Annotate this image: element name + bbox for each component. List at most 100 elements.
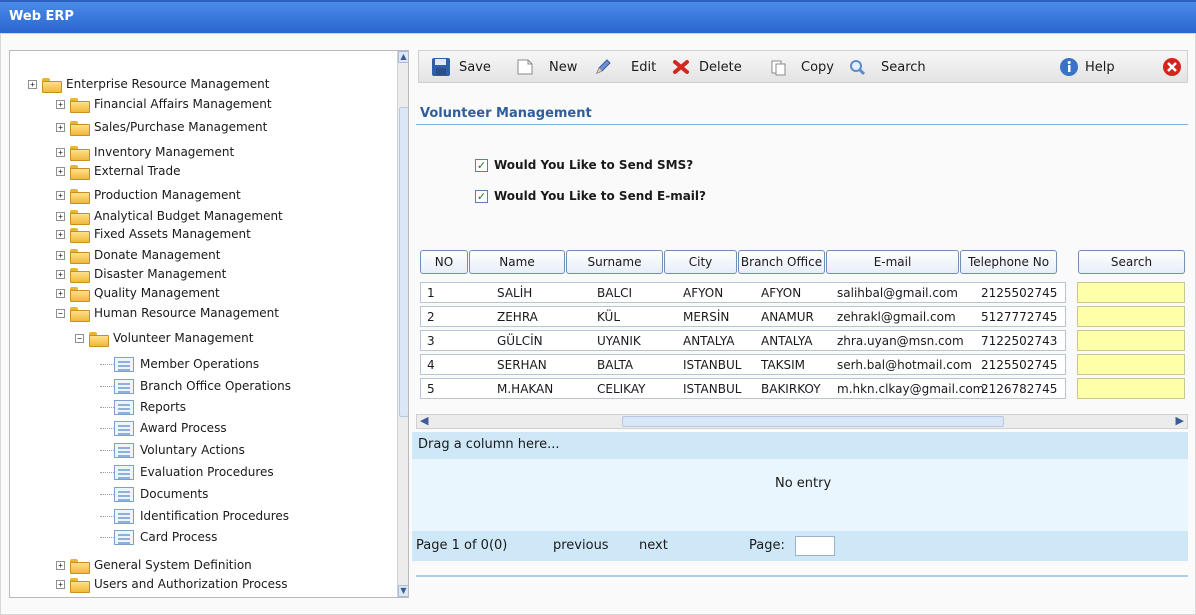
table-cell: ZEHRA: [497, 310, 538, 324]
tree-connector: [100, 536, 114, 538]
expand-icon[interactable]: +: [56, 269, 65, 279]
collapse-icon[interactable]: −: [56, 308, 65, 318]
new-button[interactable]: New: [515, 57, 577, 77]
table-row[interactable]: 1 SALİH BALCI AFYON AFYON salihbal@gmail.com 2…: [420, 282, 1066, 303]
search-button[interactable]: Search: [847, 57, 926, 77]
column-header-search[interactable]: Search: [1078, 250, 1185, 274]
folder-icon: [70, 97, 90, 113]
grid-scroll-thumb[interactable]: [622, 416, 1004, 427]
row-search-input[interactable]: [1077, 330, 1185, 351]
expand-icon[interactable]: +: [56, 99, 65, 109]
tree-leaf[interactable]: Identification Procedures: [100, 508, 289, 524]
tree-leaf[interactable]: Branch Office Operations: [100, 378, 291, 394]
table-cell: BALCI: [597, 286, 633, 300]
tree-node-label: Sales/Purchase Management: [94, 120, 268, 134]
tree-leaf[interactable]: Voluntary Actions: [100, 442, 245, 458]
tree-node-module[interactable]: + Users and Authorization Process: [56, 576, 288, 593]
group-by-drop-area[interactable]: Drag a column here...: [412, 432, 1188, 459]
table-row[interactable]: 2 ZEHRA KÜL MERSİN ANAMUR zehrakl@gmail.com 51…: [420, 306, 1066, 327]
expand-icon[interactable]: +: [56, 229, 65, 239]
tree-leaf[interactable]: Card Process: [100, 529, 217, 545]
row-search-input[interactable]: [1077, 306, 1185, 327]
expand-icon[interactable]: +: [56, 190, 65, 200]
table-cell: zehrakl@gmail.com: [837, 310, 956, 324]
table-row[interactable]: 4 SERHAN BALTA ISTANBUL TAKSIM serh.bal@hotma…: [420, 354, 1066, 375]
expand-icon[interactable]: +: [56, 147, 65, 157]
tree-node-module[interactable]: + Disaster Management: [56, 266, 226, 283]
tree-node-module[interactable]: + Quality Management: [56, 285, 220, 302]
column-header-name[interactable]: Name: [469, 250, 565, 274]
tree-node-label: Volunteer Management: [113, 331, 254, 345]
tree-node-module[interactable]: + Donate Management: [56, 247, 221, 264]
expand-icon[interactable]: +: [56, 288, 65, 298]
expand-icon[interactable]: +: [28, 79, 37, 89]
column-header-telephone[interactable]: Telephone No: [960, 250, 1057, 274]
tree-node-module[interactable]: + Analytical Budget Management: [56, 208, 283, 225]
page-info: Page 1 of 0(0): [416, 538, 508, 553]
tree-node-module[interactable]: + Production Management: [56, 187, 241, 204]
tree-leaf[interactable]: Member Operations: [100, 356, 259, 372]
scroll-down-icon[interactable]: ▼: [398, 585, 408, 597]
column-header-city[interactable]: City: [664, 250, 737, 274]
tree-scrollbar[interactable]: ▲ ▼: [397, 51, 408, 597]
table-cell: ANAMUR: [761, 310, 814, 324]
tree-leaf[interactable]: Award Process: [100, 420, 227, 436]
folder-icon: [70, 286, 90, 302]
expand-icon[interactable]: +: [56, 560, 65, 570]
table-cell: 2: [427, 310, 435, 324]
column-header-no[interactable]: NO: [420, 250, 468, 274]
table-cell: salihbal@gmail.com: [837, 286, 958, 300]
help-button[interactable]: Help: [1059, 57, 1115, 77]
next-link[interactable]: next: [639, 538, 668, 553]
tree-node-module[interactable]: + Fixed Assets Management: [56, 226, 251, 243]
expand-icon[interactable]: +: [56, 579, 65, 589]
tree-node-label: Users and Authorization Process: [94, 577, 288, 591]
row-search-input[interactable]: [1077, 282, 1185, 303]
pencil-icon: [593, 57, 613, 77]
tree-leaf[interactable]: Evaluation Procedures: [100, 464, 274, 480]
expand-icon[interactable]: +: [56, 211, 65, 221]
tree-node-module[interactable]: + External Trade: [56, 163, 180, 180]
section-title: Volunteer Management: [420, 106, 592, 121]
save-button[interactable]: Save: [431, 57, 491, 77]
tree-node-module[interactable]: + General System Definition: [56, 557, 252, 574]
expand-icon[interactable]: +: [56, 122, 65, 132]
table-cell: UYANIK: [597, 334, 641, 348]
close-button[interactable]: [1162, 57, 1190, 77]
edit-button[interactable]: Edit: [593, 57, 656, 77]
send-sms-checkbox[interactable]: ✓ Would You Like to Send SMS?: [475, 158, 693, 172]
tree-node-module[interactable]: − Human Resource Management: [56, 305, 279, 322]
page-icon: [114, 378, 134, 394]
collapse-icon[interactable]: −: [75, 333, 84, 343]
table-cell: GÜLCİN: [497, 334, 543, 348]
grid-horizontal-scrollbar[interactable]: ◀ ▶: [416, 414, 1188, 429]
tree-node-volunteer-management[interactable]: − Volunteer Management: [75, 330, 254, 347]
send-email-checkbox[interactable]: ✓ Would You Like to Send E-mail?: [475, 189, 706, 203]
column-header-branch-office[interactable]: Branch Office: [738, 250, 825, 274]
folder-icon: [70, 164, 90, 180]
column-header-surname[interactable]: Surname: [566, 250, 663, 274]
page-icon: [114, 442, 134, 458]
tree-node-root[interactable]: + Enterprise Resource Management: [28, 76, 269, 93]
tree-node-module[interactable]: + Sales/Purchase Management: [56, 119, 268, 136]
tree-node-module[interactable]: + Inventory Management: [56, 144, 234, 161]
copy-button[interactable]: Copy: [769, 57, 834, 77]
table-row[interactable]: 5 M.HAKAN CELIKAY ISTANBUL BAKIRKOY m.hkn.clk…: [420, 378, 1066, 399]
row-search-input[interactable]: [1077, 378, 1185, 399]
edit-label: Edit: [631, 59, 657, 75]
row-search-input[interactable]: [1077, 354, 1185, 375]
expand-icon[interactable]: +: [56, 250, 65, 260]
tree-node-module[interactable]: + Financial Affairs Management: [56, 96, 272, 113]
page-number-input[interactable]: [795, 536, 835, 556]
scroll-up-icon[interactable]: ▲: [398, 51, 408, 63]
scroll-left-icon[interactable]: ◀: [420, 414, 428, 427]
tree-scroll-thumb[interactable]: [399, 107, 408, 417]
expand-icon[interactable]: +: [56, 166, 65, 176]
tree-leaf[interactable]: Reports: [100, 399, 186, 415]
scroll-right-icon[interactable]: ▶: [1176, 414, 1184, 427]
tree-leaf[interactable]: Documents: [100, 486, 208, 502]
previous-link[interactable]: previous: [553, 538, 609, 553]
table-row[interactable]: 3 GÜLCİN UYANIK ANTALYA ANTALYA zhra.uyan@msn…: [420, 330, 1066, 351]
column-header-email[interactable]: E-mail: [826, 250, 959, 274]
delete-button[interactable]: Delete: [671, 57, 742, 77]
